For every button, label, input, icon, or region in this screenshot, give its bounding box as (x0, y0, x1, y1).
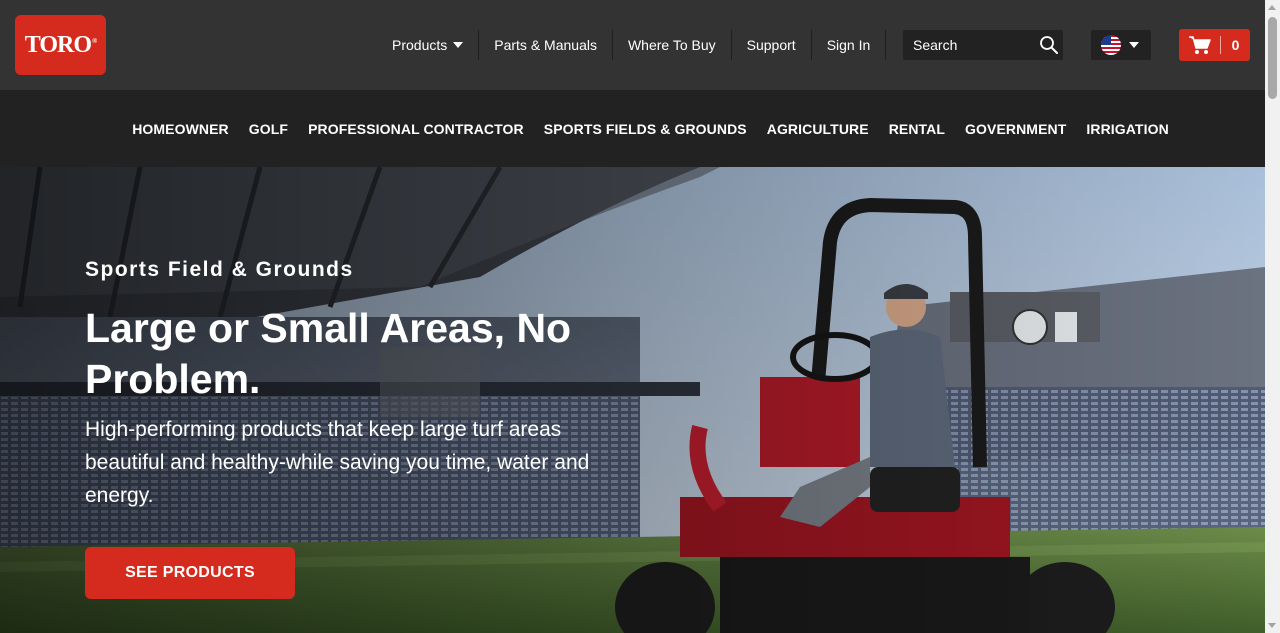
search-input[interactable] (903, 30, 1033, 60)
category-rental[interactable]: RENTAL (889, 121, 945, 137)
cart-count: 0 (1231, 37, 1240, 53)
category-agriculture[interactable]: AGRICULTURE (767, 121, 869, 137)
search-box (903, 30, 1063, 60)
see-products-button[interactable]: SEE PRODUCTS (85, 547, 295, 599)
category-homeowner[interactable]: HOMEOWNER (132, 121, 229, 137)
cart-icon (1179, 36, 1221, 54)
hero-headline: Large or Small Areas, No Problem. (85, 305, 572, 402)
chevron-down-icon (1129, 42, 1139, 48)
category-irrigation[interactable]: IRRIGATION (1086, 121, 1168, 137)
nav-sign-in-label: Sign In (826, 37, 871, 53)
us-flag-icon (1101, 35, 1121, 55)
nav-where-to-buy[interactable]: Where To Buy (613, 30, 732, 60)
category-government[interactable]: GOVERNMENT (965, 121, 1066, 137)
page-scrollbar[interactable] (1265, 0, 1280, 633)
utility-nav: Products Parts & Manuals Where To Buy Su… (377, 30, 887, 60)
category-sports-fields-grounds[interactable]: SPORTS FIELDS & GROUNDS (544, 121, 747, 137)
hero-subtext: High-performing products that keep large… (85, 418, 590, 507)
cart-button[interactable]: 0 (1179, 29, 1250, 61)
hero-banner: Sports Field & Grounds Large or Small Ar… (0, 167, 1265, 633)
nav-support[interactable]: Support (732, 30, 812, 60)
chevron-down-icon (453, 42, 464, 48)
logo-text: TORO® (24, 31, 98, 58)
toro-logo[interactable]: TORO® (15, 15, 106, 75)
category-professional-contractor[interactable]: PROFESSIONAL CONTRACTOR (308, 121, 524, 137)
top-header: TORO® Products Parts & Manuals Where To … (0, 0, 1265, 90)
page: TORO® Products Parts & Manuals Where To … (0, 0, 1280, 633)
locale-selector[interactable] (1091, 30, 1151, 60)
scroll-up-arrow-icon[interactable] (1268, 5, 1276, 10)
nav-products[interactable]: Products (377, 30, 480, 60)
nav-where-to-buy-label: Where To Buy (627, 37, 716, 53)
nav-parts-manuals-label: Parts & Manuals (494, 37, 597, 53)
hero-eyebrow: Sports Field & Grounds (85, 258, 354, 281)
nav-support-label: Support (746, 37, 796, 53)
scroll-down-arrow-icon[interactable] (1268, 623, 1276, 628)
search-icon[interactable] (1039, 35, 1059, 55)
nav-parts-manuals[interactable]: Parts & Manuals (479, 30, 613, 60)
category-golf[interactable]: GOLF (249, 121, 288, 137)
scroll-thumb[interactable] (1268, 17, 1277, 99)
nav-sign-in[interactable]: Sign In (812, 30, 887, 60)
category-nav: HOMEOWNER GOLF PROFESSIONAL CONTRACTOR S… (0, 90, 1265, 167)
nav-products-label: Products (392, 37, 448, 53)
